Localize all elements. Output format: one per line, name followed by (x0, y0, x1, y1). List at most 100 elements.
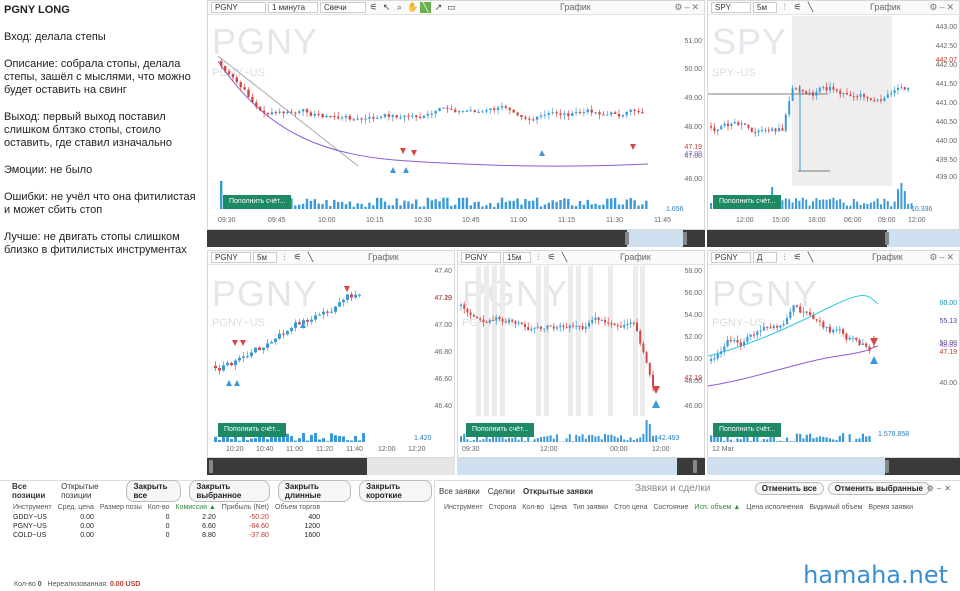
volume-bar (798, 200, 801, 209)
indicators-icon[interactable]: ⚟ (792, 2, 803, 13)
chart-window-controls[interactable]: ⚙–✕ (929, 2, 956, 13)
price-plot-area[interactable] (708, 266, 930, 416)
cursor-icon[interactable]: ↖ (381, 2, 392, 13)
fund-account-button[interactable]: Пополнить счёт... (713, 195, 782, 209)
interval-select[interactable]: Д (753, 252, 777, 263)
cancel-all-button[interactable]: Отменить все (754, 482, 824, 495)
symbol-select[interactable]: PGNY (461, 252, 501, 263)
col-side[interactable]: Сторона (486, 502, 520, 513)
col-filled-volume[interactable]: Исп. объем ▲ (691, 502, 743, 513)
candle-body (848, 337, 851, 340)
chart-window-controls[interactable]: ⚙–✕ (929, 252, 956, 263)
fund-account-button[interactable]: Пополнить счёт... (223, 195, 292, 209)
tab-all-orders[interactable]: Все заявки (439, 487, 480, 496)
fund-account-button[interactable]: Пополнить счёт... (713, 423, 782, 437)
col-instrument[interactable]: Инструмент (10, 502, 55, 513)
chart-window-controls[interactable]: ⚙–✕ (674, 2, 701, 13)
scrollbar-handle-left[interactable] (209, 460, 213, 473)
cancel-selected-button[interactable]: Отменить выбранные (827, 482, 930, 495)
scrollbar-handle-right[interactable] (693, 460, 697, 473)
scrollbar-handle-right[interactable] (683, 232, 687, 245)
scrollbar-window[interactable] (457, 458, 677, 475)
interval-select[interactable]: 5м (253, 252, 277, 263)
close-all-button[interactable]: Закрыть все (126, 480, 182, 502)
table-row[interactable]: PGNY~US 0.00 0 6.60 -84.60 1200 (10, 522, 323, 531)
col-order-time[interactable]: Время заявки (865, 502, 916, 513)
col-qty[interactable]: Кол-во (519, 502, 547, 513)
line-tool-icon[interactable]: ╲ (559, 252, 570, 263)
table-row[interactable]: COLD~US 0.00 0 8.80 -37.80 1600 (10, 531, 323, 540)
fund-account-button[interactable]: Пополнить счёт... (218, 423, 287, 437)
col-stop-price[interactable]: Стоп цена (611, 502, 650, 513)
scrollbar-window[interactable] (707, 458, 885, 475)
line-tool-icon[interactable]: ╲ (420, 2, 431, 13)
candle-type-icon[interactable]: ⫶ (779, 252, 790, 263)
col-order-type[interactable]: Тип заявки (570, 502, 611, 513)
line-tool-icon[interactable]: ╲ (805, 2, 816, 13)
tab-all-positions[interactable]: Все позиции (12, 482, 53, 500)
interval-select[interactable]: 5м (753, 2, 777, 13)
indicators-icon[interactable]: ⚟ (546, 252, 557, 263)
tab-open-positions[interactable]: Открытые позиции (61, 482, 118, 500)
candle-body (815, 319, 818, 321)
hand-icon[interactable]: ✋ (407, 2, 418, 13)
candle-type-icon[interactable]: ⫶ (279, 252, 290, 263)
chart-type-select[interactable]: Свечи (320, 2, 366, 13)
candle-type-icon[interactable]: ⫶ (533, 252, 544, 263)
col-position-size[interactable]: Размер позы (97, 502, 145, 513)
price-plot-area[interactable] (458, 266, 678, 416)
scrollbar-window[interactable] (367, 458, 455, 475)
line-tool-icon[interactable]: ╲ (305, 252, 316, 263)
col-qty[interactable]: Кол-во (145, 502, 173, 513)
scrollbar-handle-left[interactable] (885, 232, 889, 245)
panel-window-controls[interactable]: ⚙–✕ (927, 484, 954, 493)
col-state[interactable]: Состояние (650, 502, 691, 513)
indicators-icon[interactable]: ⚟ (292, 252, 303, 263)
price-plot-area[interactable] (208, 266, 428, 416)
indicators-icon[interactable]: ⚟ (368, 2, 379, 13)
chart-scrollbar[interactable] (707, 230, 960, 247)
candle-body (737, 121, 740, 125)
tab-open-orders[interactable]: Открытые заявки (523, 487, 593, 496)
col-commission[interactable]: Комиссия ▲ (173, 502, 219, 513)
tab-trades[interactable]: Сделки (488, 487, 515, 496)
time-tick: 11:45 (654, 217, 671, 224)
close-short-button[interactable]: Закрыть короткие (359, 480, 433, 502)
col-avg-price[interactable]: Сред. цена (55, 502, 97, 513)
price-plot-area[interactable] (208, 16, 678, 186)
cell-avg-price: 0.00 (80, 523, 94, 530)
zoom-icon[interactable]: ⌕ (394, 2, 405, 13)
symbol-select[interactable]: PGNY (211, 2, 266, 13)
symbol-select[interactable]: SPY (711, 2, 751, 13)
chart-scrollbar[interactable] (457, 458, 705, 475)
col-volume[interactable]: Объем торгов (272, 502, 323, 513)
symbol-select[interactable]: PGNY (711, 252, 751, 263)
interval-select[interactable]: 1 минута (268, 2, 318, 13)
price-plot-area[interactable] (708, 16, 930, 186)
chart-scrollbar[interactable] (207, 230, 705, 247)
volume-bar (858, 438, 861, 442)
table-row[interactable]: GDDY~US 0.00 0 2.20 -50.20 400 (10, 513, 323, 522)
symbol-select[interactable]: PGNY (211, 252, 251, 263)
scrollbar-window[interactable] (627, 230, 683, 247)
line-tool-icon[interactable]: ╲ (805, 252, 816, 263)
interval-select[interactable]: 15м (503, 252, 531, 263)
fund-account-button[interactable]: Пополнить счёт... (466, 423, 535, 437)
col-instrument[interactable]: Инструмент (441, 502, 486, 513)
scrollbar-handle-right[interactable] (885, 460, 889, 473)
indicators-icon[interactable]: ⚟ (792, 252, 803, 263)
candle-type-icon[interactable]: ⫶ (779, 2, 790, 13)
close-long-button[interactable]: Закрыть длинные (277, 480, 352, 502)
price-tick: 440.00 (935, 138, 957, 145)
scrollbar-handle-left[interactable] (625, 232, 629, 245)
col-fill-price[interactable]: Цена исполнения (743, 502, 806, 513)
close-selected-button[interactable]: Закрыть выбранное (189, 480, 270, 502)
col-price[interactable]: Цена (547, 502, 570, 513)
scrollbar-window[interactable] (887, 230, 960, 247)
chart-scrollbar[interactable] (707, 458, 960, 475)
rect-tool-icon[interactable]: ▭ (446, 2, 457, 13)
col-profit-net[interactable]: Прибыль (Net) (219, 502, 272, 513)
col-visible-volume[interactable]: Видимый объем (806, 502, 865, 513)
chart-scrollbar[interactable] (207, 458, 455, 475)
arrow-tool-icon[interactable]: ↗ (433, 2, 444, 13)
